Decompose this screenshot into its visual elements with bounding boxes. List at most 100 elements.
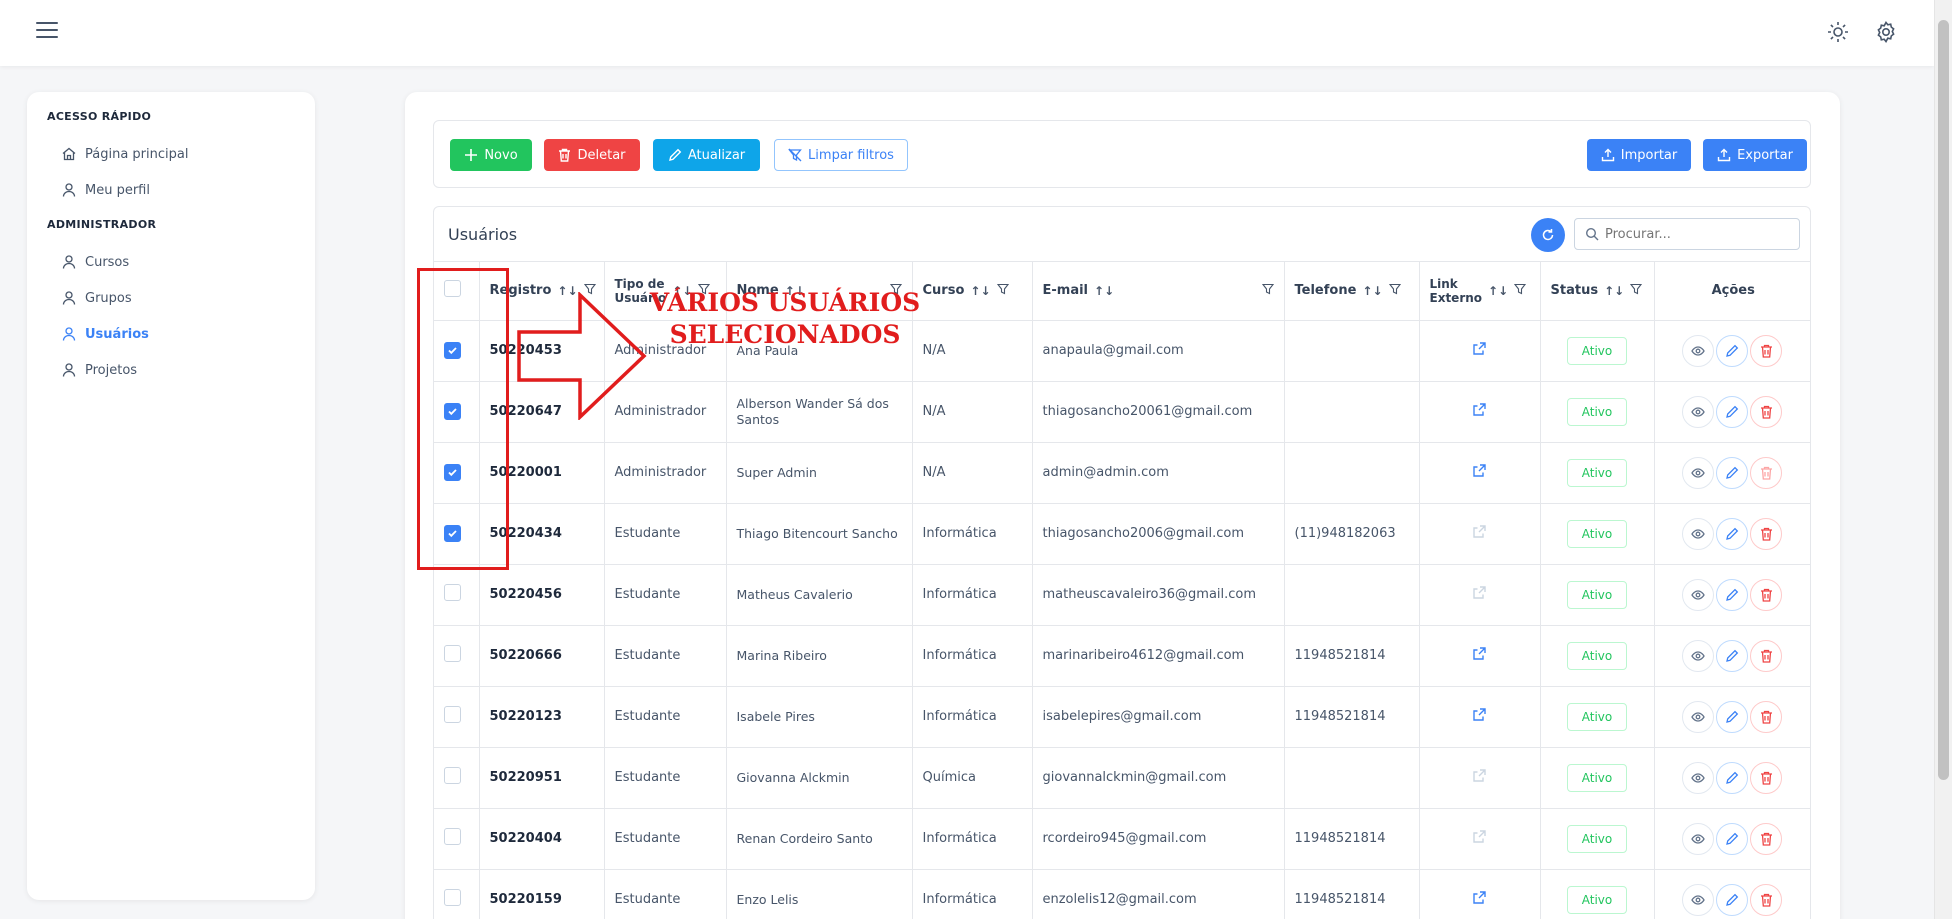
view-button[interactable] bbox=[1682, 517, 1715, 550]
row-checkbox[interactable] bbox=[444, 889, 461, 906]
external-link-icon[interactable] bbox=[1472, 646, 1487, 661]
table-row[interactable]: 50220123 Estudante Isabele Pires Informátic… bbox=[434, 686, 1810, 748]
refresh-button[interactable] bbox=[1531, 218, 1565, 252]
filter-icon[interactable] bbox=[1388, 283, 1401, 299]
sort-icon[interactable]: ↑↓ bbox=[1362, 284, 1382, 298]
table-row[interactable]: 50220159 Estudante Enzo Lelis Informática en… bbox=[434, 869, 1810, 919]
user-icon bbox=[61, 362, 77, 378]
clear-filters-button[interactable]: Limpar filtros bbox=[774, 139, 908, 171]
cell-nome: Renan Cordeiro Santo bbox=[726, 808, 913, 870]
edit-button[interactable] bbox=[1716, 639, 1749, 672]
page-scrollbar[interactable] bbox=[1934, 0, 1952, 919]
trash-icon bbox=[1760, 710, 1772, 724]
status-badge: Ativo bbox=[1567, 763, 1627, 792]
filter-icon[interactable] bbox=[1261, 283, 1274, 299]
edit-button[interactable] bbox=[1716, 395, 1749, 428]
delete-row-button[interactable] bbox=[1750, 517, 1783, 550]
filter-icon[interactable] bbox=[1630, 283, 1643, 299]
sun-icon[interactable] bbox=[1826, 20, 1850, 44]
header-email[interactable]: E-mail ↑↓ bbox=[1032, 262, 1285, 321]
external-link-icon[interactable] bbox=[1472, 463, 1487, 478]
edit-button[interactable] bbox=[1716, 578, 1749, 611]
external-link-icon[interactable] bbox=[1472, 890, 1487, 905]
table-row[interactable]: 50220404 Estudante Renan Cordeiro Santo Inf… bbox=[434, 808, 1810, 870]
search-box[interactable] bbox=[1574, 218, 1800, 250]
sidebar-item-grupos[interactable]: Grupos bbox=[47, 280, 295, 316]
sort-icon[interactable]: ↑↓ bbox=[1488, 284, 1508, 298]
cell-status: Ativo bbox=[1540, 564, 1655, 626]
row-checkbox[interactable] bbox=[444, 706, 461, 723]
edit-button[interactable] bbox=[1716, 700, 1749, 733]
row-checkbox[interactable] bbox=[444, 645, 461, 662]
edit-button[interactable] bbox=[1716, 334, 1749, 367]
pencil-icon bbox=[1726, 832, 1739, 845]
cell-link-externo bbox=[1419, 503, 1541, 565]
sidebar-item-usuarios[interactable]: Usuários bbox=[47, 316, 295, 352]
cell-curso: Informática bbox=[912, 503, 1033, 565]
scroll-thumb[interactable] bbox=[1938, 20, 1949, 780]
delete-row-button[interactable] bbox=[1750, 578, 1783, 611]
table-row[interactable]: 50220951 Estudante Giovanna Alckmin Química… bbox=[434, 747, 1810, 809]
view-button[interactable] bbox=[1682, 761, 1715, 794]
view-button[interactable] bbox=[1682, 395, 1715, 428]
cell-curso: Informática bbox=[912, 564, 1033, 626]
delete-row-button[interactable] bbox=[1750, 700, 1783, 733]
view-button[interactable] bbox=[1682, 456, 1715, 489]
filter-icon[interactable] bbox=[996, 283, 1009, 299]
cell-nome: Marina Ribeiro bbox=[726, 625, 913, 687]
cell-tipo: Estudante bbox=[604, 503, 727, 565]
view-button[interactable] bbox=[1682, 578, 1715, 611]
row-checkbox[interactable] bbox=[444, 584, 461, 601]
update-button[interactable]: Atualizar bbox=[653, 139, 760, 171]
table-row[interactable]: 50220434 Estudante Thiago Bitencourt Sanch… bbox=[434, 503, 1810, 565]
delete-row-button[interactable] bbox=[1750, 334, 1783, 367]
new-button[interactable]: Novo bbox=[450, 139, 532, 171]
edit-button[interactable] bbox=[1716, 456, 1749, 489]
gear-icon[interactable] bbox=[1874, 20, 1898, 44]
cell-telefone: 11948521814 bbox=[1284, 869, 1420, 919]
cell-acoes bbox=[1654, 625, 1810, 687]
import-button[interactable]: Importar bbox=[1587, 139, 1691, 171]
edit-button[interactable] bbox=[1716, 517, 1749, 550]
external-link-icon[interactable] bbox=[1472, 402, 1487, 417]
sidebar-item-pagina-principal[interactable]: Página principal bbox=[47, 136, 295, 172]
view-button[interactable] bbox=[1682, 639, 1715, 672]
sidebar-item-cursos[interactable]: Cursos bbox=[47, 244, 295, 280]
view-button[interactable] bbox=[1682, 700, 1715, 733]
sort-icon[interactable]: ↑↓ bbox=[970, 284, 990, 298]
view-button[interactable] bbox=[1682, 334, 1715, 367]
header-status[interactable]: Status ↑↓ bbox=[1540, 262, 1655, 321]
delete-row-button[interactable] bbox=[1750, 395, 1783, 428]
filter-icon[interactable] bbox=[1514, 283, 1527, 299]
delete-button-label: Deletar bbox=[577, 147, 626, 163]
row-checkbox[interactable] bbox=[444, 767, 461, 784]
view-button[interactable] bbox=[1682, 883, 1715, 916]
sort-icon[interactable]: ↑↓ bbox=[1604, 284, 1624, 298]
table-row[interactable]: 50220666 Estudante Marina Ribeiro Informáti… bbox=[434, 625, 1810, 687]
table-row[interactable]: 50220001 Administrador Super Admin N/A admin… bbox=[434, 442, 1810, 504]
edit-button[interactable] bbox=[1716, 883, 1749, 916]
table-row[interactable]: 50220456 Estudante Matheus Cavalerio Inform… bbox=[434, 564, 1810, 626]
search-input[interactable] bbox=[1605, 226, 1785, 242]
cell-status: Ativo bbox=[1540, 686, 1655, 748]
delete-row-button[interactable] bbox=[1750, 639, 1783, 672]
delete-row-button[interactable] bbox=[1750, 761, 1783, 794]
edit-button[interactable] bbox=[1716, 822, 1749, 855]
header-telefone[interactable]: Telefone ↑↓ bbox=[1284, 262, 1420, 321]
cell-acoes bbox=[1654, 320, 1810, 382]
sidebar-item-meu-perfil[interactable]: Meu perfil bbox=[47, 172, 295, 208]
header-link-externo[interactable]: Link Externo ↑↓ bbox=[1419, 262, 1541, 321]
sort-icon[interactable]: ↑↓ bbox=[1094, 284, 1114, 298]
eye-icon bbox=[1691, 650, 1705, 661]
delete-button[interactable]: Deletar bbox=[544, 139, 640, 171]
delete-row-button[interactable] bbox=[1750, 883, 1783, 916]
export-button[interactable]: Exportar bbox=[1703, 139, 1807, 171]
view-button[interactable] bbox=[1682, 822, 1715, 855]
external-link-icon[interactable] bbox=[1472, 707, 1487, 722]
external-link-icon[interactable] bbox=[1472, 341, 1487, 356]
sidebar-item-projetos[interactable]: Projetos bbox=[47, 352, 295, 388]
row-checkbox[interactable] bbox=[444, 828, 461, 845]
hamburger-icon[interactable] bbox=[36, 22, 58, 40]
edit-button[interactable] bbox=[1716, 761, 1749, 794]
delete-row-button[interactable] bbox=[1750, 822, 1783, 855]
